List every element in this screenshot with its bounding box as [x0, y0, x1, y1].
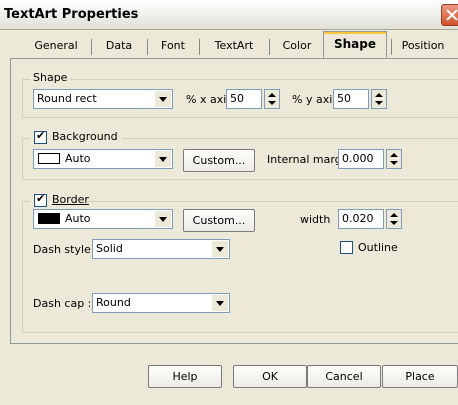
border-checkbox[interactable] [34, 192, 47, 207]
background-color-value: Auto [65, 152, 91, 165]
border-label: Border [52, 193, 89, 206]
window-title: TextArt Properties [4, 7, 139, 22]
background-swatch [38, 153, 60, 164]
internal-margin-input[interactable]: 0.000 [338, 149, 384, 169]
tab-divider [269, 39, 270, 55]
width-spinner[interactable] [386, 209, 402, 229]
background-checkbox[interactable] [34, 129, 47, 144]
border-group-legend: Border [30, 192, 89, 207]
chevron-down-icon[interactable] [212, 295, 228, 311]
help-button[interactable]: Help [148, 365, 222, 388]
background-label: Background [52, 130, 118, 143]
tab-divider [391, 39, 392, 55]
tab-shape[interactable]: Shape [323, 31, 387, 59]
shape-group-legend: Shape [30, 71, 71, 84]
border-color-select[interactable]: Auto [33, 209, 173, 229]
border-swatch [38, 213, 60, 224]
place-button[interactable]: Place [382, 365, 458, 388]
tab-divider [147, 39, 148, 55]
background-color-select[interactable]: Auto [33, 149, 173, 169]
dash-cap-select[interactable]: Round [92, 293, 230, 313]
internal-margin-spinner[interactable] [386, 149, 402, 169]
tab-position[interactable]: Position [394, 33, 452, 58]
chevron-down-icon[interactable] [155, 91, 171, 107]
tab-font[interactable]: Font [150, 33, 196, 58]
width-label: width [300, 213, 331, 226]
chevron-down-icon[interactable] [212, 241, 228, 257]
shape-select-value: Round rect [37, 92, 97, 105]
y-axis-input[interactable]: 50 [333, 89, 369, 109]
dash-style-value: Solid [96, 242, 123, 255]
y-axis-label: % y axis [292, 93, 338, 106]
dash-style-select[interactable]: Solid [92, 239, 230, 259]
background-custom-button[interactable]: Custom... [183, 149, 255, 172]
x-axis-input[interactable]: 50 [226, 89, 262, 109]
border-custom-button[interactable]: Custom... [183, 209, 255, 232]
close-icon[interactable] [441, 4, 458, 26]
width-input[interactable]: 0.020 [338, 209, 384, 229]
tab-data[interactable]: Data [94, 33, 144, 58]
background-group-legend: Background [30, 129, 122, 144]
tab-divider [91, 39, 92, 55]
dash-style-label: Dash style : [33, 243, 98, 256]
title-bar: TextArt Properties [0, 0, 458, 30]
tab-general[interactable]: General [24, 33, 88, 58]
tab-textart[interactable]: TextArt [202, 33, 266, 58]
outline-checkbox[interactable] [340, 241, 353, 254]
dash-cap-label: Dash cap : [33, 297, 92, 310]
y-axis-spinner[interactable] [371, 89, 387, 109]
border-color-value: Auto [65, 212, 91, 225]
shape-select[interactable]: Round rect [33, 89, 173, 109]
chevron-down-icon[interactable] [155, 151, 171, 167]
cancel-button[interactable]: Cancel [307, 365, 381, 388]
ok-button[interactable]: OK [233, 365, 307, 388]
tab-color[interactable]: Color [272, 33, 322, 58]
tab-divider [199, 39, 200, 55]
chevron-down-icon[interactable] [155, 211, 171, 227]
x-axis-spinner[interactable] [264, 89, 280, 109]
dash-cap-value: Round [96, 296, 131, 309]
outline-label: Outline [358, 241, 398, 254]
